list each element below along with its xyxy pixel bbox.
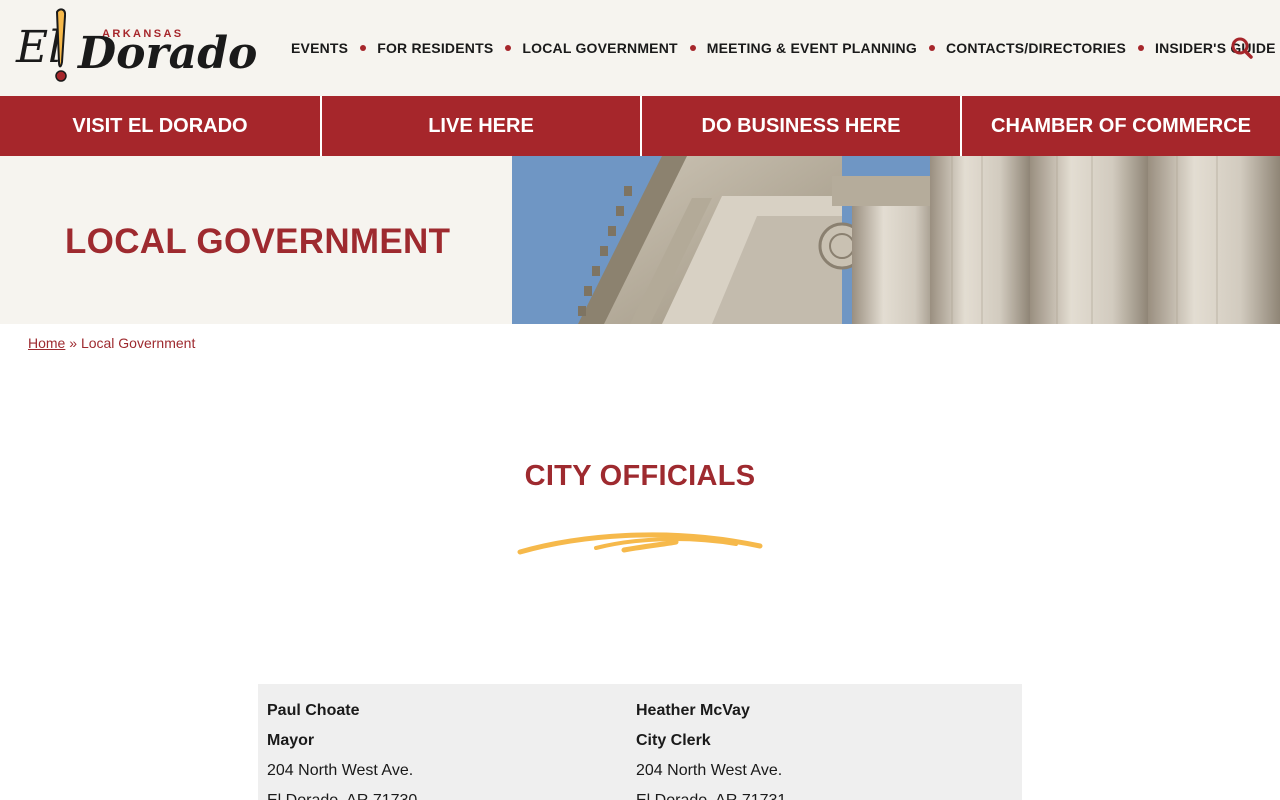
site-header: ARKANSAS El Dorado EVENTS FOR RESIDENTS … bbox=[0, 0, 1280, 96]
nav-separator-dot bbox=[360, 45, 367, 51]
el-dorado-logo[interactable]: ARKANSAS El Dorado bbox=[14, 6, 257, 90]
official-address: 204 North West Ave. bbox=[267, 762, 414, 779]
nav-events[interactable]: EVENTS bbox=[291, 40, 348, 56]
nav-meeting-event-planning[interactable]: MEETING & EVENT PLANNING bbox=[707, 40, 917, 56]
logo-dorado-text: Dorado bbox=[78, 28, 258, 79]
official-city: El Dorado, AR 71731 bbox=[636, 786, 786, 800]
logo-exclamation-icon bbox=[55, 8, 67, 82]
official-role: City Clerk bbox=[636, 732, 711, 749]
hero-title-panel: LOCAL GOVERNMENT bbox=[0, 156, 512, 324]
search-icon bbox=[1231, 37, 1253, 59]
section-title-city-officials: CITY OFFICIALS bbox=[524, 460, 756, 492]
nav-separator-dot bbox=[928, 45, 935, 51]
tab-live-here[interactable]: LIVE HERE bbox=[322, 96, 640, 156]
hero-courthouse-image bbox=[512, 156, 1280, 324]
nav-separator-dot bbox=[689, 45, 696, 51]
brush-stroke-divider bbox=[517, 532, 763, 555]
primary-sections-bar: VISIT EL DORADO LIVE HERE DO BUSINESS HE… bbox=[0, 96, 1280, 156]
nav-local-government[interactable]: LOCAL GOVERNMENT bbox=[522, 40, 677, 56]
breadcrumb-separator: » bbox=[69, 335, 78, 351]
tab-chamber-of-commerce[interactable]: CHAMBER OF COMMERCE bbox=[962, 96, 1280, 156]
nav-for-residents[interactable]: FOR RESIDENTS bbox=[377, 40, 493, 56]
official-name: Paul Choate bbox=[267, 702, 360, 719]
main-nav: EVENTS FOR RESIDENTS LOCAL GOVERNMENT ME… bbox=[291, 38, 1276, 58]
nav-separator-dot bbox=[505, 45, 512, 51]
official-name: Heather McVay bbox=[636, 702, 750, 719]
official-entry: Heather McVay City Clerk 204 North West … bbox=[636, 696, 786, 800]
breadcrumb: Home » Local Government bbox=[28, 335, 195, 351]
official-entry: Paul Choate Mayor 204 North West Ave. El… bbox=[267, 696, 417, 800]
search-button[interactable] bbox=[1230, 36, 1254, 60]
page-title: LOCAL GOVERNMENT bbox=[65, 222, 451, 261]
courthouse-columns-illustration bbox=[512, 156, 1280, 324]
nav-separator-dot bbox=[1137, 45, 1144, 51]
nav-insiders-guide[interactable]: INSIDER'S GUIDE bbox=[1155, 40, 1276, 56]
official-role: Mayor bbox=[267, 732, 315, 749]
official-city: El Dorado, AR 71730 bbox=[267, 786, 417, 800]
breadcrumb-current: Local Government bbox=[80, 335, 196, 351]
tab-do-business-here[interactable]: DO BUSINESS HERE bbox=[642, 96, 960, 156]
official-address: 204 North West Ave. bbox=[636, 762, 783, 779]
city-officials-card: Paul Choate Mayor 204 North West Ave. El… bbox=[258, 684, 1022, 800]
nav-contacts-directories[interactable]: CONTACTS/DIRECTORIES bbox=[946, 40, 1126, 56]
tab-visit-el-dorado[interactable]: VISIT EL DORADO bbox=[0, 96, 320, 156]
breadcrumb-home-link[interactable]: Home bbox=[28, 335, 65, 351]
